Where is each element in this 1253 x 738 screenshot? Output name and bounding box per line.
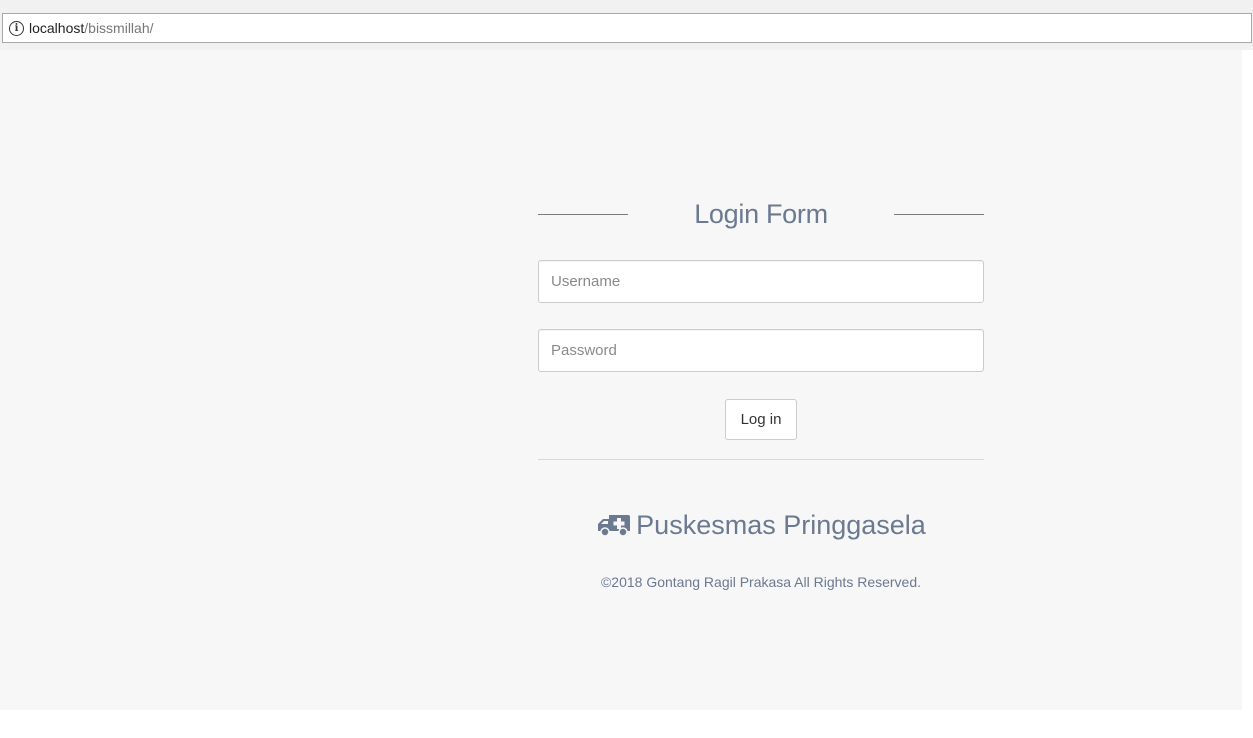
- url-path: /bissmillah/: [84, 20, 154, 36]
- title-divider-left: [538, 214, 628, 215]
- ambulance-icon: [598, 515, 631, 537]
- brand: Puskesmas Pringgasela: [538, 509, 984, 541]
- button-row: Log in: [538, 399, 984, 440]
- title-divider-right: [894, 214, 984, 215]
- info-icon[interactable]: i: [9, 20, 24, 36]
- username-input[interactable]: [538, 260, 984, 303]
- copyright-text: ©2018 Gontang Ragil Prakasa All Rights R…: [600, 574, 922, 590]
- password-input[interactable]: [538, 329, 984, 372]
- page-content: Login Form Log in Puskesmas Pringgasel: [0, 50, 1242, 710]
- url-host: localhost: [29, 20, 85, 36]
- login-button[interactable]: Log in: [724, 399, 798, 440]
- brand-name: Puskesmas Pringgasela: [636, 510, 926, 540]
- login-form: Login Form Log in Puskesmas Pringgasel: [538, 195, 984, 590]
- login-title: Login Form: [694, 199, 828, 229]
- browser-address-bar: i localhost/bissmillah/: [0, 0, 1253, 50]
- url-field[interactable]: i localhost/bissmillah/: [2, 13, 1252, 43]
- form-separator: [538, 459, 984, 460]
- login-title-row: Login Form: [538, 195, 984, 235]
